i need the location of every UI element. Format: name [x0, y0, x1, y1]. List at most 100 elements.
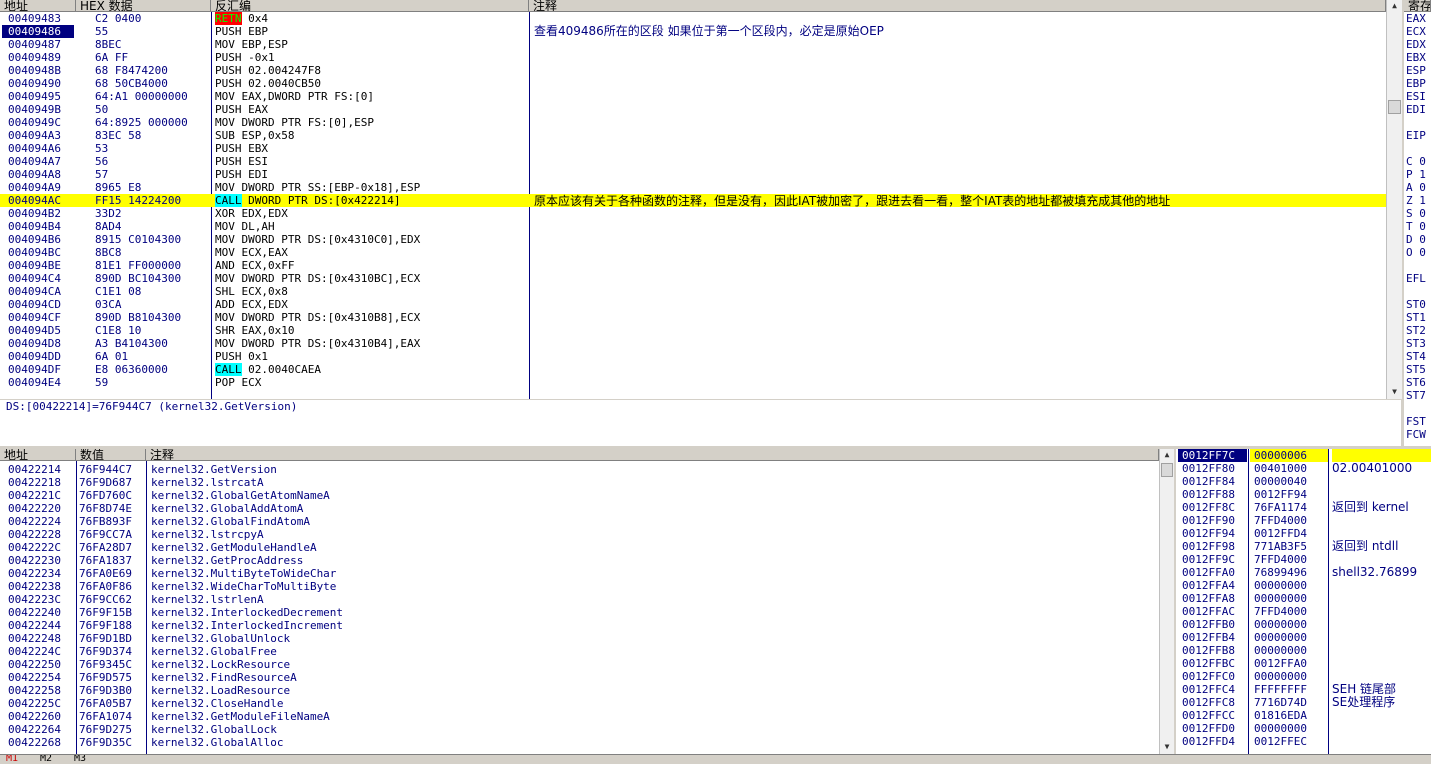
register-label[interactable]: A 0: [1406, 181, 1426, 194]
dump-row[interactable]: 00422248 76F9D1BD kernel32.GlobalUnlock: [0, 632, 1159, 645]
stack-row[interactable]: 0012FF90 7FFD4000: [1176, 514, 1431, 527]
disasm-row[interactable]: 004094E4 59 POP ECX: [0, 376, 1386, 389]
disasm-row[interactable]: 0040948B 68 F8474200 PUSH 02.004247F8: [0, 64, 1386, 77]
dump-row[interactable]: 0042224C 76F9D374 kernel32.GlobalFree: [0, 645, 1159, 658]
register-label[interactable]: EBX: [1406, 51, 1426, 64]
stack-row[interactable]: 0012FFB4 00000000: [1176, 631, 1431, 644]
register-label[interactable]: P 1: [1406, 168, 1426, 181]
scroll-up-icon[interactable]: ▲: [1387, 0, 1402, 11]
register-label[interactable]: ESI: [1406, 90, 1426, 103]
register-label[interactable]: EFL: [1406, 272, 1426, 285]
register-label[interactable]: EBP: [1406, 77, 1426, 90]
disasm-row[interactable]: 004094DF E8 06360000 CALL 02.0040CAEA: [0, 363, 1386, 376]
dump-row[interactable]: 0042221C 76FD760C kernel32.GlobalGetAtomNa…: [0, 489, 1159, 502]
register-label[interactable]: ST2: [1406, 324, 1426, 337]
disasm-row[interactable]: 004094A8 57 PUSH EDI: [0, 168, 1386, 181]
register-label[interactable]: C 0: [1406, 155, 1426, 168]
stack-row[interactable]: 0012FF88 0012FF94: [1176, 488, 1431, 501]
disasm-row[interactable]: 0040949C 64:8925 000000 MOV DWORD PTR FS:[…: [0, 116, 1386, 129]
disasm-row[interactable]: 004094C4 890D BC104300 MOV DWORD PTR DS:[0…: [0, 272, 1386, 285]
disasm-header-dis[interactable]: 反汇编: [211, 0, 529, 12]
stack-row[interactable]: 0012FF9C 7FFD4000: [1176, 553, 1431, 566]
dump-row[interactable]: 00422240 76F9F15B kernel32.InterlockedDecr…: [0, 606, 1159, 619]
stack-row[interactable]: 0012FFBC 0012FFA0: [1176, 657, 1431, 670]
dump-row[interactable]: 00422214 76F944C7 kernel32.GetVersion: [0, 463, 1159, 476]
dump-header-cmt[interactable]: 注释: [146, 449, 1159, 461]
disasm-row[interactable]: 004094D8 A3 B4104300 MOV DWORD PTR DS:[0x4…: [0, 337, 1386, 350]
register-label[interactable]: ST7: [1406, 389, 1426, 402]
disasm-row[interactable]: 00409495 64:A1 00000000 MOV EAX,DWORD PTR …: [0, 90, 1386, 103]
disasm-header-hex[interactable]: HEX 数据: [76, 0, 211, 12]
register-label[interactable]: ESP: [1406, 64, 1426, 77]
register-label[interactable]: EDI: [1406, 103, 1426, 116]
register-label[interactable]: O 0: [1406, 246, 1426, 259]
dump-row[interactable]: 00422228 76F9CC7A kernel32.lstrcpyA: [0, 528, 1159, 541]
stack-row[interactable]: 0012FF84 00000040: [1176, 475, 1431, 488]
register-label[interactable]: ST3: [1406, 337, 1426, 350]
register-pane[interactable]: 寄存 EAX ECX EDX EBX ESP EBP ESI EDI EIP C 0P 1A 0Z…: [1404, 0, 1431, 446]
stack-row[interactable]: 0012FFA8 00000000: [1176, 592, 1431, 605]
disasm-row[interactable]: 004094B4 8AD4 MOV DL,AH: [0, 220, 1386, 233]
dump-row[interactable]: 00422238 76FA0F86 kernel32.WideCharToMulti…: [0, 580, 1159, 593]
register-label[interactable]: S 0: [1406, 207, 1426, 220]
disasm-header-cmt[interactable]: 注释: [529, 0, 1386, 12]
disasm-row[interactable]: 004094A7 56 PUSH ESI: [0, 155, 1386, 168]
disasm-row[interactable]: 00409487 8BEC MOV EBP,ESP: [0, 38, 1386, 51]
scroll-thumb[interactable]: [1388, 100, 1401, 114]
dump-pane[interactable]: 地址 数值 注释 00422214 76F944C7 kernel32.GetVer…: [0, 449, 1159, 754]
dump-header-addr[interactable]: 地址: [0, 449, 76, 461]
disasm-row[interactable]: 004094BE 81E1 FF000000 AND ECX,0xFF: [0, 259, 1386, 272]
dump-row[interactable]: 0042222C 76FA28D7 kernel32.GetModuleHandle…: [0, 541, 1159, 554]
stack-row[interactable]: 0012FFB8 00000000: [1176, 644, 1431, 657]
register-label[interactable]: EAX: [1406, 12, 1426, 25]
register-label[interactable]: FST: [1406, 415, 1426, 428]
disasm-row[interactable]: 004094DD 6A 01 PUSH 0x1: [0, 350, 1386, 363]
dump-row[interactable]: 00422244 76F9F188 kernel32.InterlockedIncr…: [0, 619, 1159, 632]
stack-row[interactable]: 0012FF7C 00000006: [1176, 449, 1431, 462]
stack-row[interactable]: 0012FFB0 00000000: [1176, 618, 1431, 631]
stack-row[interactable]: 0012FF8C 76FA1174 返回到 kernel: [1176, 501, 1431, 514]
register-label[interactable]: ST5: [1406, 363, 1426, 376]
register-label[interactable]: ECX: [1406, 25, 1426, 38]
dump-row[interactable]: 00422234 76FA0E69 kernel32.MultiByteToWide…: [0, 567, 1159, 580]
dump-row[interactable]: 0042223C 76F9CC62 kernel32.lstrlenA: [0, 593, 1159, 606]
disasm-row[interactable]: 004094BC 8BC8 MOV ECX,EAX: [0, 246, 1386, 259]
disasm-row[interactable]: 004094D5 C1E8 10 SHR EAX,0x10: [0, 324, 1386, 337]
dump-scrollbar[interactable]: ▲ ▼: [1159, 449, 1174, 754]
disasm-row[interactable]: 004094CF 890D B8104300 MOV DWORD PTR DS:[0…: [0, 311, 1386, 324]
register-label[interactable]: ST4: [1406, 350, 1426, 363]
register-label[interactable]: T 0: [1406, 220, 1426, 233]
dump-row[interactable]: 00422260 76FA1074 kernel32.GetModuleFileNa…: [0, 710, 1159, 723]
stack-row[interactable]: 0012FF94 0012FFD4: [1176, 527, 1431, 540]
stack-row[interactable]: 0012FFCC 01816EDA: [1176, 709, 1431, 722]
register-label[interactable]: EIP: [1406, 129, 1426, 142]
stack-row[interactable]: 0012FFAC 7FFD4000: [1176, 605, 1431, 618]
disasm-row[interactable]: 004094A9 8965 E8 MOV DWORD PTR SS:[EBP-0x1…: [0, 181, 1386, 194]
scroll-thumb[interactable]: [1161, 463, 1173, 477]
scroll-up-icon[interactable]: ▲: [1160, 449, 1174, 460]
register-label[interactable]: ST0: [1406, 298, 1426, 311]
disasm-row[interactable]: 004094A6 53 PUSH EBX: [0, 142, 1386, 155]
disasm-pane[interactable]: 地址 HEX 数据 反汇编 注释 00409483 C2 0400 RETN 0x4…: [0, 0, 1386, 399]
dump-row[interactable]: 0042225C 76FA05B7 kernel32.CloseHandle: [0, 697, 1159, 710]
dump-row[interactable]: 00422250 76F9345C kernel32.LockResource: [0, 658, 1159, 671]
register-label[interactable]: D 0: [1406, 233, 1426, 246]
dump-row[interactable]: 00422220 76F8D74E kernel32.GlobalAddAtomA: [0, 502, 1159, 515]
stack-row[interactable]: 0012FFA0 76899496 shell32.76899: [1176, 566, 1431, 579]
disasm-row[interactable]: 0040949B 50 PUSH EAX: [0, 103, 1386, 116]
disasm-row[interactable]: 004094CD 03CA ADD ECX,EDX: [0, 298, 1386, 311]
register-label[interactable]: FCW: [1406, 428, 1426, 441]
stack-row[interactable]: 0012FFC8 7716D74D SE处理程序: [1176, 696, 1431, 709]
register-label[interactable]: EDX: [1406, 38, 1426, 51]
stack-row[interactable]: 0012FF98 771AB3F5 返回到 ntdll: [1176, 540, 1431, 553]
disasm-row[interactable]: 00409489 6A FF PUSH -0x1: [0, 51, 1386, 64]
stack-row[interactable]: 0012FF80 00401000 02.00401000: [1176, 462, 1431, 475]
stack-row[interactable]: 0012FFA4 00000000: [1176, 579, 1431, 592]
dump-row[interactable]: 00422264 76F9D275 kernel32.GlobalLock: [0, 723, 1159, 736]
dump-row[interactable]: 00422224 76FB893F kernel32.GlobalFindAtomA: [0, 515, 1159, 528]
dump-row[interactable]: 00422258 76F9D3B0 kernel32.LoadResource: [0, 684, 1159, 697]
disasm-row[interactable]: 004094CA C1E1 08 SHL ECX,0x8: [0, 285, 1386, 298]
disasm-row[interactable]: 004094B2 33D2 XOR EDX,EDX: [0, 207, 1386, 220]
stack-row[interactable]: 0012FFC0 00000000: [1176, 670, 1431, 683]
stack-pane[interactable]: 0012FF7C 00000006 0012FF80 00401000 02.00401…: [1176, 449, 1431, 754]
